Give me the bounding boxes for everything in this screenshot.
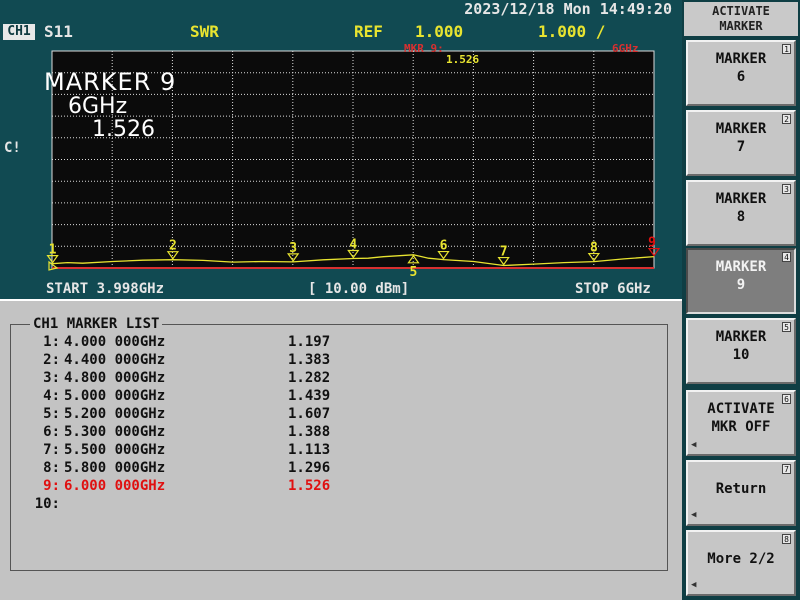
- softkey-5[interactable]: MARKER 10 5: [686, 318, 796, 384]
- ref-label: REF: [354, 22, 383, 41]
- softkey-label: MARKER 6: [715, 51, 767, 85]
- softkey-menu-title: ACTIVATE MARKER: [684, 2, 798, 36]
- marker-list-index: 8:: [43, 460, 60, 476]
- marker-readout-value: 1.526: [446, 53, 480, 66]
- marker-readout-label: MKR 9:: [404, 42, 444, 55]
- marker-list-value: 1.113: [288, 442, 331, 458]
- softkey-1[interactable]: MARKER 6 1: [686, 40, 796, 106]
- marker-6-label: 6: [440, 239, 448, 254]
- marker-list-value: 1.439: [288, 388, 331, 404]
- marker-9-label: 9: [648, 236, 656, 251]
- softkey-label: MARKER 9: [715, 259, 767, 293]
- marker-list-frequency: 5.200 000GHz: [64, 406, 166, 422]
- marker-list-index: 9:: [43, 478, 60, 494]
- marker-list-frequency: 5.500 000GHz: [64, 442, 166, 458]
- softkey-label: More 2/2: [707, 551, 775, 567]
- softkey-number-badge: 2: [782, 114, 791, 124]
- softkey-number-badge: 5: [782, 322, 791, 332]
- marker-list-index: 1:: [43, 334, 60, 350]
- marker-8-label: 8: [590, 241, 598, 256]
- softkey-4[interactable]: MARKER 9 4: [686, 248, 796, 314]
- measurement-parameter: S11: [44, 22, 73, 41]
- marker-list-value: 1.388: [288, 424, 331, 440]
- marker-list-frequency: 4.800 000GHz: [64, 370, 166, 386]
- marker-list-value: 1.296: [288, 460, 331, 476]
- softkey-number-badge: 8: [782, 534, 791, 544]
- marker-readout-freq: 6GHz: [612, 42, 639, 55]
- marker-list-frequency: 5.000 000GHz: [64, 388, 166, 404]
- marker-list-title: CH1 MARKER LIST: [30, 316, 163, 332]
- softkey-7[interactable]: Return 7 ◀: [686, 460, 796, 526]
- datetime: 2023/12/18 Mon 14:49:20: [464, 0, 672, 18]
- marker-list-value: 1.383: [288, 352, 331, 368]
- softkey-title-line1: ACTIVATE: [712, 4, 770, 18]
- marker-list-frequency: 5.800 000GHz: [64, 460, 166, 476]
- marker-list-value: 1.282: [288, 370, 331, 386]
- softkey-number-badge: 4: [782, 252, 791, 262]
- marker-list-index: 5:: [43, 406, 60, 422]
- marker-list-value: 1.526: [288, 478, 331, 494]
- softkey-number-badge: 1: [782, 44, 791, 54]
- softkey-number-badge: 7: [782, 464, 791, 474]
- ref-value: 1.000: [415, 22, 464, 41]
- marker-list-index: 7:: [43, 442, 60, 458]
- marker-7-label: 7: [500, 245, 508, 260]
- marker-2-label: 2: [169, 239, 177, 254]
- marker-4-label: 4: [349, 237, 357, 252]
- active-marker-freq: 6GHz: [68, 94, 128, 119]
- marker-list-index: 2:: [43, 352, 60, 368]
- softkey-label: MARKER 7: [715, 121, 767, 155]
- channel-indicator[interactable]: CH1: [3, 24, 35, 40]
- softkey-label: Return: [715, 481, 767, 497]
- active-marker-value: 1.526: [92, 117, 155, 142]
- marker-list-frequency: 6.000 000GHz: [64, 478, 166, 494]
- softkey-8[interactable]: More 2/2 8 ◀: [686, 530, 796, 596]
- marker-list-frequency: 4.000 000GHz: [64, 334, 166, 350]
- display-format: SWR: [190, 22, 219, 41]
- marker-list-index: 10:: [34, 496, 60, 512]
- submenu-arrow-icon: ◀: [691, 580, 697, 590]
- submenu-arrow-icon: ◀: [691, 440, 697, 450]
- marker-list-frequency: 5.300 000GHz: [64, 424, 166, 440]
- start-frequency: START 3.998GHz: [46, 281, 165, 297]
- marker-5-label: 5: [410, 265, 418, 278]
- scale-box: [ 10.00 dBm]: [308, 281, 410, 297]
- active-marker-title: MARKER 9: [44, 68, 177, 96]
- marker-list-frequency: 4.400 000GHz: [64, 352, 166, 368]
- softkey-2[interactable]: MARKER 7 2: [686, 110, 796, 176]
- stop-frequency: STOP 6GHz: [575, 281, 651, 297]
- softkey-number-badge: 6: [782, 394, 791, 404]
- softkey-label: ACTIVATE MKR OFF: [707, 401, 775, 435]
- softkey-label: MARKER 10: [715, 329, 767, 363]
- softkey-6[interactable]: ACTIVATE MKR OFF 6 ◀: [686, 390, 796, 456]
- correction-flag: C!: [4, 140, 21, 156]
- softkey-3[interactable]: MARKER 8 3: [686, 180, 796, 246]
- marker-list-index: 4:: [43, 388, 60, 404]
- marker-3-label: 3: [289, 241, 297, 256]
- marker-1-label: 1: [49, 243, 57, 258]
- softkey-number-badge: 3: [782, 184, 791, 194]
- softkey-title-line2: MARKER: [719, 19, 763, 33]
- marker-list-index: 3:: [43, 370, 60, 386]
- submenu-arrow-icon: ◀: [691, 510, 697, 520]
- marker-list-value: 1.607: [288, 406, 331, 422]
- marker-list-value: 1.197: [288, 334, 331, 350]
- softkey-label: MARKER 8: [715, 191, 767, 225]
- marker-list-index: 6:: [43, 424, 60, 440]
- scale-per-div: 1.000 /: [538, 22, 606, 41]
